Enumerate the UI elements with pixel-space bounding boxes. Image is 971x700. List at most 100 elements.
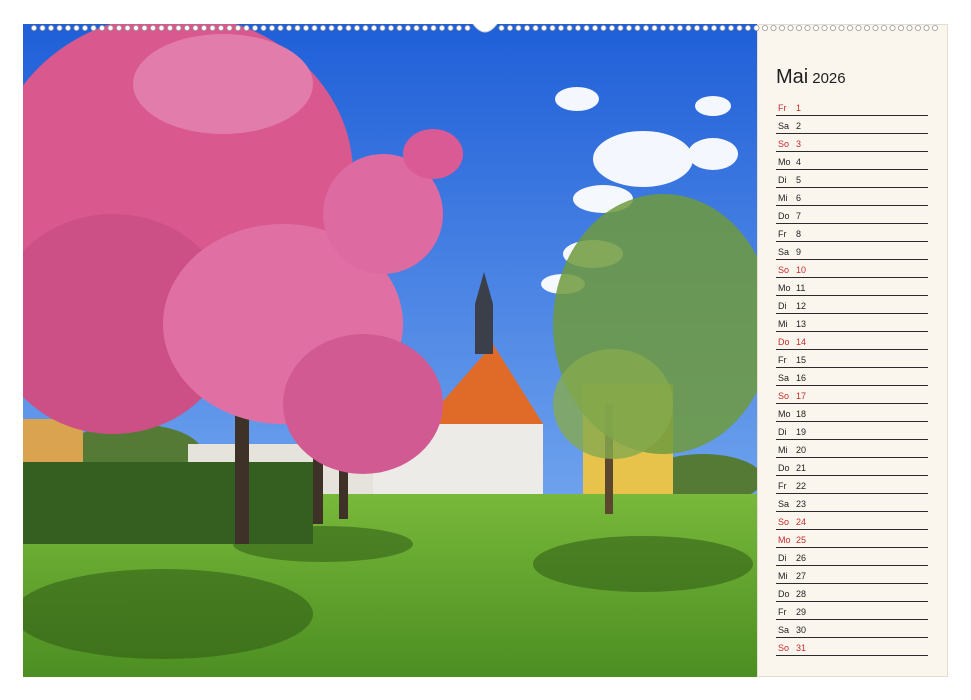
day-number: 22	[796, 481, 807, 491]
binding-loop	[345, 25, 352, 31]
binding-loop	[107, 25, 114, 31]
binding-loop	[243, 25, 250, 31]
binding-loop	[515, 25, 522, 31]
binding-loop	[872, 25, 879, 31]
day-number: 2	[796, 121, 802, 131]
binding-loop	[260, 25, 267, 31]
day-name: Fr	[778, 355, 787, 365]
day-number: 17	[796, 391, 807, 401]
binding-loop	[413, 25, 420, 31]
day-list: Fr 1 Sa 2 So 3 Mo 4 Di 5 Mi 6 Do 7 Fr 8 Sa 9 So 10 Mo 11 Di 12 M…	[776, 98, 928, 656]
day-row: Di 19	[776, 422, 928, 440]
binding-loop	[447, 25, 454, 31]
binding-loop	[133, 25, 140, 31]
binding-loop	[745, 25, 752, 31]
day-name: So	[778, 643, 790, 653]
binding-loop	[47, 25, 54, 31]
day-name: Mo	[778, 409, 791, 419]
day-name: Do	[778, 337, 790, 347]
binding-loop	[677, 25, 684, 31]
binding-loop	[226, 25, 233, 31]
day-row: Sa 2	[776, 116, 928, 134]
binding-loop	[464, 25, 471, 31]
day-name: Sa	[778, 247, 790, 257]
binding-loop	[39, 25, 46, 31]
binding-loop	[600, 25, 607, 31]
binding-loop	[626, 25, 633, 31]
binding-loop	[906, 25, 913, 31]
binding-loop	[56, 25, 63, 31]
binding-loop	[889, 25, 896, 31]
binding-loop	[158, 25, 165, 31]
spring-scene-image	[23, 24, 757, 677]
binding-loop	[685, 25, 692, 31]
day-number: 20	[796, 445, 807, 455]
binding-loop	[319, 25, 326, 31]
day-row: Fr 29	[776, 602, 928, 620]
day-name: Fr	[778, 229, 787, 239]
binding-loop	[166, 25, 173, 31]
hanger-hook	[471, 18, 499, 36]
day-number: 15	[796, 355, 807, 365]
day-number: 26	[796, 553, 807, 563]
day-name: Sa	[778, 373, 790, 383]
day-number: 25	[796, 535, 807, 545]
day-number: 30	[796, 625, 807, 635]
binding-loop	[523, 25, 530, 31]
day-name: Fr	[778, 607, 787, 617]
binding-loop	[643, 25, 650, 31]
day-row: Di 12	[776, 296, 928, 314]
day-name: Do	[778, 589, 790, 599]
day-name: Sa	[778, 625, 790, 635]
day-row: Fr 15	[776, 350, 928, 368]
binding-loop	[200, 25, 207, 31]
binding-loop	[583, 25, 590, 31]
binding-loop	[141, 25, 148, 31]
month-heading: Mai 2026	[776, 66, 846, 89]
binding-loop	[217, 25, 224, 31]
day-row: Do 28	[776, 584, 928, 602]
day-number: 27	[796, 571, 807, 581]
day-row: Do 14	[776, 332, 928, 350]
binding-loop	[268, 25, 275, 31]
binding-loop	[421, 25, 428, 31]
binding-loop	[192, 25, 199, 31]
binding-loop	[830, 25, 837, 31]
day-number: 11	[796, 283, 806, 293]
day-name: Mo	[778, 283, 791, 293]
binding-loop	[736, 25, 743, 31]
binding-loop	[99, 25, 106, 31]
binding-loop	[353, 25, 360, 31]
binding-loop	[779, 25, 786, 31]
binding-loop	[575, 25, 582, 31]
day-number: 24	[796, 517, 807, 527]
day-number: 7	[796, 211, 802, 221]
day-row: Fr 1	[776, 98, 928, 116]
day-number: 19	[796, 427, 807, 437]
day-name: Di	[778, 553, 787, 563]
binding-loop	[302, 25, 309, 31]
binding-loop	[847, 25, 854, 31]
day-row: So 10	[776, 260, 928, 278]
day-row: Fr 22	[776, 476, 928, 494]
day-name: Mi	[778, 445, 788, 455]
binding-loop	[821, 25, 828, 31]
day-name: Di	[778, 301, 787, 311]
day-name: Sa	[778, 121, 790, 131]
day-row: Mo 25	[776, 530, 928, 548]
day-name: Mi	[778, 319, 788, 329]
binding-loop	[634, 25, 641, 31]
binding-loop	[592, 25, 599, 31]
binding-loop	[804, 25, 811, 31]
day-name: Mi	[778, 571, 788, 581]
binding-loop	[770, 25, 777, 31]
binding-loop	[540, 25, 547, 31]
day-name: Mo	[778, 535, 791, 545]
binding-loop	[660, 25, 667, 31]
binding-loop	[209, 25, 216, 31]
day-name: So	[778, 265, 790, 275]
day-number: 9	[796, 247, 802, 257]
day-row: Mi 20	[776, 440, 928, 458]
day-row: Mo 11	[776, 278, 928, 296]
binding-loop	[915, 25, 922, 31]
